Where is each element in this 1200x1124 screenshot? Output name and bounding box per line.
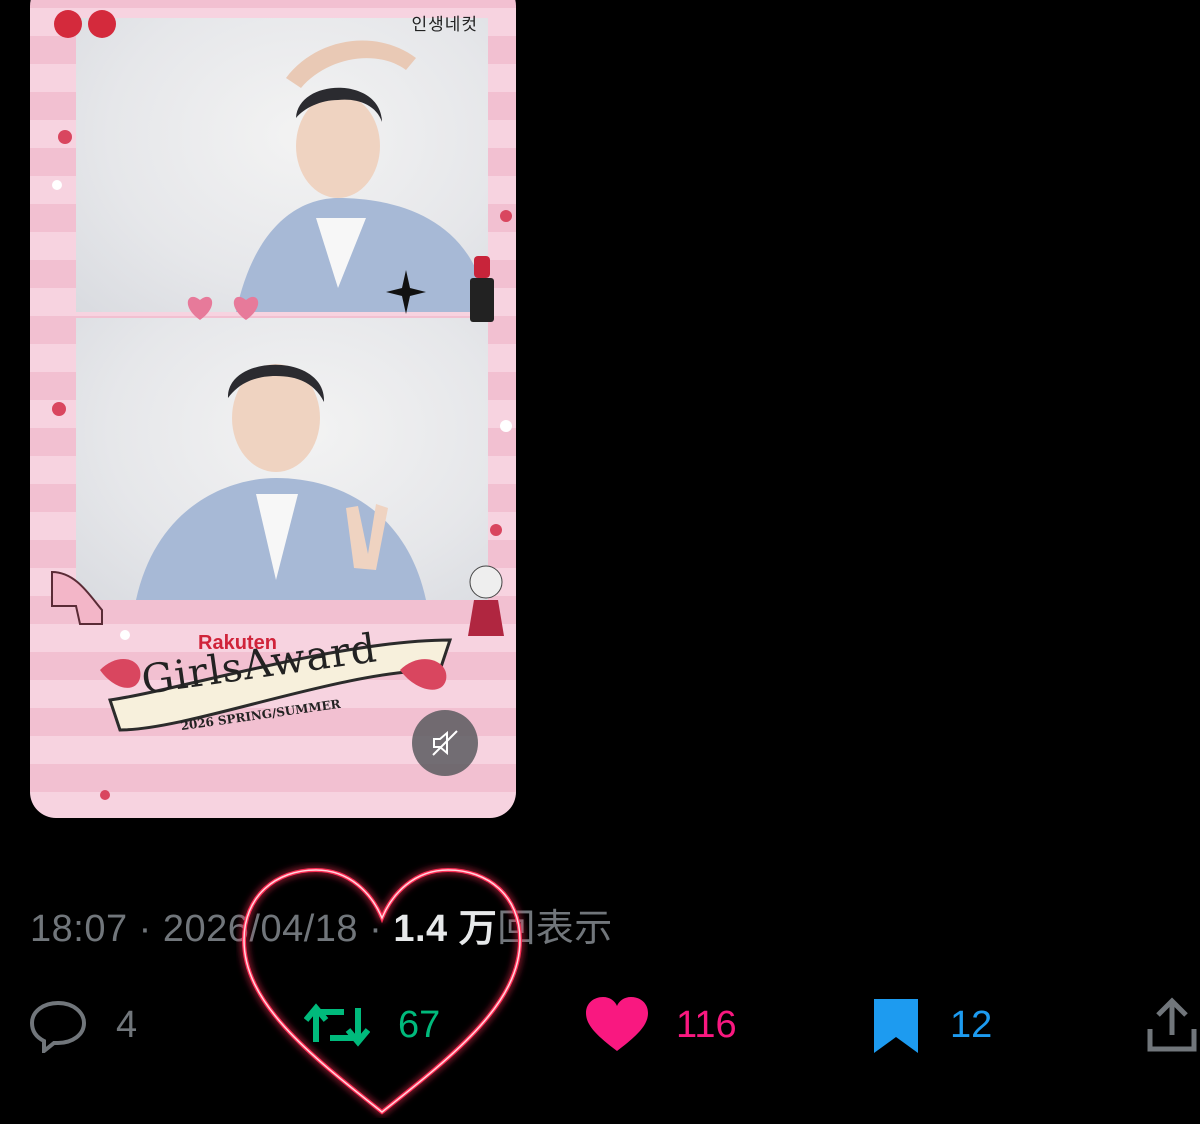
decor-dot xyxy=(490,524,502,536)
tweet-time[interactable]: 18:07 xyxy=(30,908,128,950)
bookmark-button[interactable]: 12 xyxy=(870,990,992,1060)
platform-shoe-sticker xyxy=(51,570,103,625)
photo-bottom xyxy=(76,318,488,600)
decor-dot xyxy=(58,130,72,144)
sparkle-sticker xyxy=(386,270,426,314)
media-card[interactable]: 인생네컷 Rakuten GirlsAward 2026 SPRING/SUMM… xyxy=(30,0,516,818)
bookmark-count: 12 xyxy=(950,1003,993,1046)
like-count: 116 xyxy=(676,1003,737,1046)
bookmark-filled-icon xyxy=(874,999,918,1053)
muted-speaker-icon xyxy=(432,730,458,756)
mute-toggle-button[interactable] xyxy=(412,710,478,776)
neon-heart-outline xyxy=(241,867,523,1115)
decor-dot xyxy=(52,180,62,190)
heart-sunglasses-sticker xyxy=(187,296,259,320)
reply-bubble-icon xyxy=(29,1000,87,1053)
decor-dot xyxy=(100,790,110,800)
decor-dot xyxy=(500,420,512,432)
cherry-sticker xyxy=(54,10,116,38)
reply-button[interactable]: 4 xyxy=(28,990,137,1060)
like-button[interactable]: 116 xyxy=(586,990,737,1060)
heart-filled-icon xyxy=(586,997,648,1051)
devil-girl-sticker xyxy=(468,565,504,636)
share-upload-icon xyxy=(1147,997,1197,1052)
share-button[interactable] xyxy=(1146,990,1198,1060)
meta-separator: · xyxy=(127,908,163,950)
decor-dot xyxy=(500,210,512,222)
tweet-action-bar: 4 67 116 12 xyxy=(0,990,1200,1060)
photobooth-brand-tag: 인생네컷 xyxy=(411,15,478,35)
decor-dot xyxy=(52,402,66,416)
lipstick-sticker xyxy=(470,256,494,322)
reply-count: 4 xyxy=(116,1003,138,1046)
